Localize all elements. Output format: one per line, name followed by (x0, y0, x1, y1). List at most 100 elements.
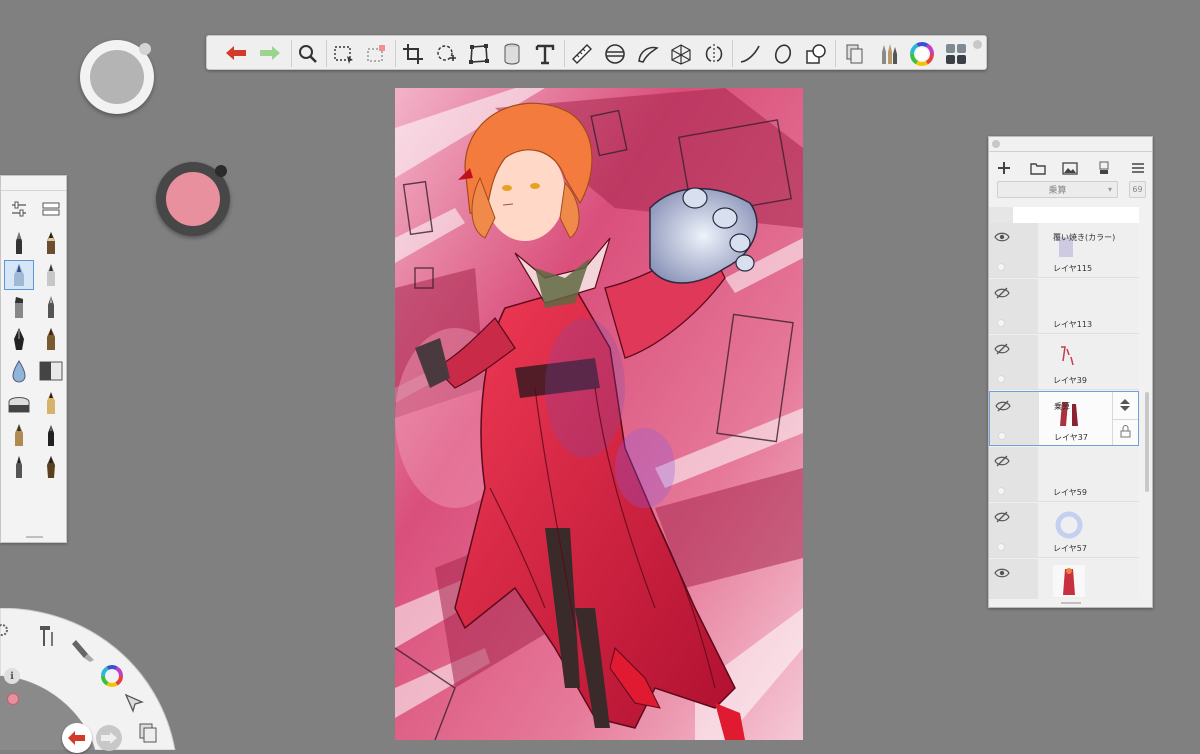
brush-pencil[interactable] (36, 228, 66, 258)
lock-icon[interactable] (1120, 425, 1131, 438)
brush-felt-tip[interactable] (36, 420, 66, 450)
color-wheel-button[interactable] (907, 39, 936, 68)
french-curve-icon (637, 46, 659, 63)
opacity-button[interactable]: 69 (1129, 181, 1146, 198)
brush-oil-brush[interactable] (36, 452, 66, 482)
undo-button[interactable] (221, 39, 250, 68)
brush-eraser[interactable] (4, 388, 34, 418)
add-layer-button[interactable] (993, 157, 1015, 179)
layer-row[interactable]: レイヤ59 (989, 447, 1139, 502)
layer-row[interactable]: レイヤ113 (989, 279, 1139, 334)
panel-close-dot[interactable] (992, 140, 1000, 148)
ruler-button[interactable] (567, 39, 596, 68)
lagoon-redo-button[interactable] (96, 725, 122, 751)
brush-pen-selected[interactable] (4, 260, 34, 290)
eye-hidden-icon[interactable] (994, 287, 1010, 299)
perspective-fill-button[interactable] (497, 39, 526, 68)
zoom-button[interactable] (293, 39, 322, 68)
layer-row[interactable]: 覆い焼き(カラー) レイヤ115 (989, 223, 1139, 278)
layer-radio[interactable] (997, 487, 1005, 495)
eye-hidden-icon[interactable] (994, 511, 1010, 523)
ellipse-guide-button[interactable] (600, 39, 629, 68)
settings-gear-icon[interactable] (0, 622, 10, 638)
layer-name: レイヤ115 (1053, 264, 1093, 273)
brush-paint[interactable] (36, 324, 66, 354)
eye-hidden-icon[interactable] (995, 400, 1011, 412)
french-curve-button[interactable] (633, 39, 662, 68)
layer-editor-header[interactable] (989, 137, 1152, 152)
layer-radio[interactable] (997, 543, 1005, 551)
layer-name: レイヤ113 (1053, 320, 1093, 329)
layout-button[interactable] (941, 39, 970, 68)
brush-properties-icon[interactable] (6, 196, 32, 222)
shapes-button[interactable] (801, 39, 830, 68)
layer-row-selected[interactable]: 乗算 レイヤ37 (989, 391, 1139, 446)
brush-technical-pen[interactable] (4, 452, 34, 482)
drawing-canvas[interactable] (395, 88, 803, 740)
layer-row[interactable]: レイヤ39 (989, 335, 1139, 390)
eye-visible-icon[interactable] (994, 567, 1010, 579)
layer-row-partial[interactable] (989, 207, 1139, 224)
ellipse-shape-button[interactable] (768, 39, 797, 68)
brush-airbrush[interactable] (4, 420, 34, 450)
toolbar-grip[interactable] (973, 40, 982, 49)
color-puck-secondary[interactable] (156, 162, 230, 236)
layer-row[interactable]: レイヤ57 (989, 503, 1139, 558)
stroke-button[interactable] (735, 39, 764, 68)
brush-marker[interactable] (36, 260, 66, 290)
layer-scrollbar[interactable] (1145, 392, 1149, 492)
brush-ballpoint-pen[interactable] (4, 228, 34, 258)
layer-row[interactable] (989, 559, 1139, 599)
layer-list: 覆い焼き(カラー) レイヤ115 レイヤ113 レイヤ39 乗算 レイヤ37 レ… (989, 207, 1139, 599)
copic-library-button[interactable] (839, 39, 868, 68)
layer-radio[interactable] (997, 319, 1005, 327)
brush-library-button[interactable] (873, 39, 902, 68)
text-button[interactable] (530, 39, 559, 68)
distort-button[interactable] (464, 39, 493, 68)
layer-menu-button[interactable] (1127, 157, 1149, 179)
eye-visible-icon[interactable] (994, 231, 1010, 243)
add-group-button[interactable] (1027, 157, 1049, 179)
redo-button[interactable] (255, 39, 284, 68)
toolbar-separator (835, 40, 836, 67)
brush-set-icon[interactable] (38, 196, 64, 222)
blend-mode-dropdown[interactable]: 乗算 ▾ (997, 181, 1118, 198)
brush-ink-pen[interactable] (4, 324, 34, 354)
brush-palette-handle[interactable] (26, 536, 43, 538)
eye-hidden-icon[interactable] (994, 455, 1010, 467)
brush-smear[interactable] (36, 356, 66, 386)
brush-fine-liner[interactable] (36, 292, 66, 322)
color-puck-primary[interactable] (80, 40, 154, 114)
main-toolbar (206, 35, 987, 70)
layer-thumbnail (1055, 511, 1083, 539)
info-icon[interactable]: ℹ (4, 668, 20, 684)
layer-editor-handle[interactable] (1061, 602, 1081, 604)
crop-button[interactable] (398, 39, 427, 68)
color-wheel-lagoon-icon[interactable] (100, 664, 124, 688)
lagoon-undo-button[interactable] (62, 723, 92, 753)
brush-lagoon-icon[interactable] (72, 636, 96, 662)
layer-radio[interactable] (997, 375, 1005, 383)
select-rect-button[interactable] (329, 39, 358, 68)
transform-button[interactable] (431, 39, 460, 68)
select-lasso-button[interactable] (362, 39, 391, 68)
cylinder-icon (504, 43, 519, 64)
reorder-arrows-icon[interactable] (1119, 398, 1131, 412)
merge-layer-button[interactable] (1093, 157, 1115, 179)
hammer-tools-icon[interactable] (36, 622, 58, 648)
add-image-button[interactable] (1059, 157, 1081, 179)
brush-chisel-marker[interactable] (4, 292, 34, 322)
layers-lagoon-icon[interactable] (138, 722, 158, 744)
selection-arrow-icon[interactable] (123, 692, 145, 714)
eye-hidden-icon[interactable] (994, 343, 1010, 355)
symmetry-button[interactable] (699, 39, 728, 68)
redo-arrow-icon (101, 732, 117, 744)
brush-palette-header[interactable] (1, 176, 66, 191)
layer-radio[interactable] (997, 263, 1005, 271)
brush-colored-pencil[interactable] (36, 388, 66, 418)
perspective-grid-button[interactable] (666, 39, 695, 68)
layer-radio[interactable] (998, 432, 1006, 440)
brush-water-drop[interactable] (4, 356, 34, 386)
symmetry-icon (705, 43, 722, 64)
lagoon-color-swatch[interactable] (7, 693, 19, 705)
